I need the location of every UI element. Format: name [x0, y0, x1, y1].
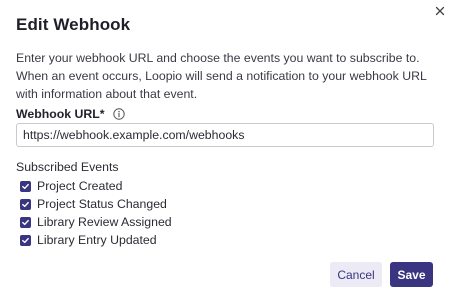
webhook-url-label-text: Webhook URL* — [16, 107, 105, 121]
close-icon[interactable] — [433, 4, 447, 18]
event-project-status-changed[interactable]: Project Status Changed — [20, 197, 167, 211]
event-project-created[interactable]: Project Created — [20, 179, 122, 193]
subscribed-events-label: Subscribed Events — [16, 160, 119, 174]
checkbox-label: Library Review Assigned — [37, 215, 172, 229]
checkbox-label: Project Status Changed — [37, 197, 167, 211]
info-icon[interactable] — [112, 108, 125, 120]
event-library-review-assigned[interactable]: Library Review Assigned — [20, 215, 172, 229]
event-library-entry-updated[interactable]: Library Entry Updated — [20, 233, 157, 247]
checkbox-checked[interactable] — [20, 198, 31, 210]
cancel-button[interactable]: Cancel — [330, 262, 382, 287]
webhook-url-label: Webhook URL* — [16, 107, 125, 121]
checkbox-label: Library Entry Updated — [37, 233, 157, 247]
checkbox-checked[interactable] — [20, 216, 31, 228]
checkbox-checked[interactable] — [20, 180, 31, 192]
webhook-url-input[interactable] — [16, 123, 434, 147]
dialog-description: Enter your webhook URL and choose the ev… — [16, 51, 427, 101]
edit-webhook-dialog: Edit Webhook Enter your webhook URL and … — [0, 0, 450, 303]
dialog-title: Edit Webhook — [16, 15, 131, 34]
checkbox-checked[interactable] — [20, 234, 31, 246]
save-button[interactable]: Save — [390, 262, 433, 287]
checkbox-label: Project Created — [37, 179, 123, 193]
